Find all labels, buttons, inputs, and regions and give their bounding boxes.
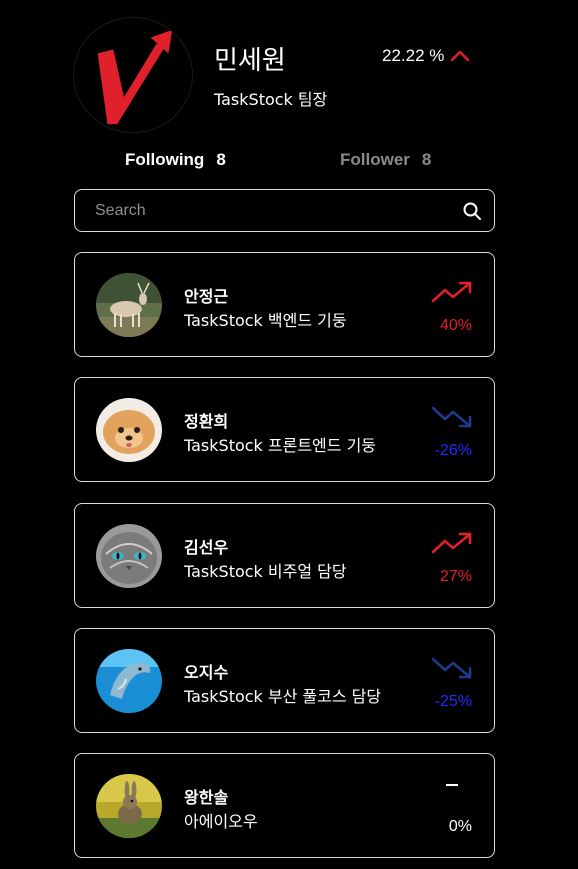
dolphin-avatar-image bbox=[96, 649, 162, 713]
tab-follower[interactable]: Follower 8 bbox=[340, 150, 431, 170]
tab-following-label: Following bbox=[125, 150, 205, 169]
user-card[interactable]: 안정근 TaskStock 백엔드 기둥 40% bbox=[74, 252, 495, 357]
tab-follower-count: 8 bbox=[421, 150, 432, 169]
avatar bbox=[96, 524, 162, 588]
avatar bbox=[96, 649, 162, 713]
user-change: -26% bbox=[434, 442, 472, 459]
user-change: 27% bbox=[439, 568, 472, 585]
user-name: 김선우 bbox=[184, 538, 229, 557]
profile-role: TaskStock 팀장 bbox=[214, 90, 328, 109]
search-input[interactable] bbox=[95, 190, 455, 231]
profile-name: 민세원 bbox=[214, 46, 286, 76]
profile-avatar[interactable] bbox=[73, 17, 193, 133]
profile-header: 민세원 TaskStock 팀장 22.22 % bbox=[0, 0, 578, 140]
user-role: TaskStock 부산 풀코스 담당 bbox=[184, 687, 382, 706]
no-change-icon bbox=[446, 784, 458, 786]
user-card[interactable]: 오지수 TaskStock 부산 풀코스 담당 -25% bbox=[74, 628, 495, 733]
follow-tabs: Following 8 Follower 8 bbox=[0, 150, 578, 174]
trending-up-icon bbox=[431, 281, 472, 303]
tab-following[interactable]: Following 8 bbox=[125, 150, 226, 170]
user-change: 40% bbox=[439, 317, 472, 334]
avatar bbox=[96, 774, 162, 838]
user-card[interactable]: 김선우 TaskStock 비주얼 담당 27% bbox=[74, 503, 495, 608]
user-role: TaskStock 프론트엔드 기둥 bbox=[184, 436, 377, 455]
user-change: 0% bbox=[448, 818, 472, 835]
user-name: 안정근 bbox=[184, 287, 229, 306]
user-role: TaskStock 백엔드 기둥 bbox=[184, 311, 347, 330]
user-name: 오지수 bbox=[184, 663, 229, 682]
profile-change: 22.22 % bbox=[382, 46, 470, 66]
user-card[interactable]: 왕한솔 아에이오우 0% bbox=[74, 753, 495, 858]
rabbit-avatar-image bbox=[96, 774, 162, 838]
user-change: -25% bbox=[434, 693, 472, 710]
avatar bbox=[96, 273, 162, 337]
profile-change-value: 22.22 % bbox=[382, 46, 445, 65]
deer-avatar-image bbox=[96, 273, 162, 337]
user-role: TaskStock 비주얼 담당 bbox=[184, 562, 347, 581]
trending-up-icon bbox=[431, 532, 472, 554]
avatar bbox=[96, 398, 162, 462]
trending-down-icon bbox=[431, 406, 472, 428]
search-icon[interactable] bbox=[462, 201, 482, 221]
pomeranian-avatar-image bbox=[96, 398, 162, 462]
tab-following-count: 8 bbox=[216, 150, 226, 169]
user-name: 정환희 bbox=[184, 412, 229, 431]
cat-avatar-image bbox=[96, 524, 162, 588]
user-card[interactable]: 정환희 TaskStock 프론트엔드 기둥 -26% bbox=[74, 377, 495, 482]
tab-follower-label: Follower bbox=[340, 150, 410, 169]
taskstock-logo bbox=[74, 18, 192, 132]
chevron-up-icon bbox=[451, 50, 470, 62]
trending-down-icon bbox=[431, 657, 472, 679]
user-name: 왕한솔 bbox=[184, 788, 229, 807]
user-role: 아에이오우 bbox=[184, 812, 258, 831]
search-box bbox=[74, 189, 495, 232]
